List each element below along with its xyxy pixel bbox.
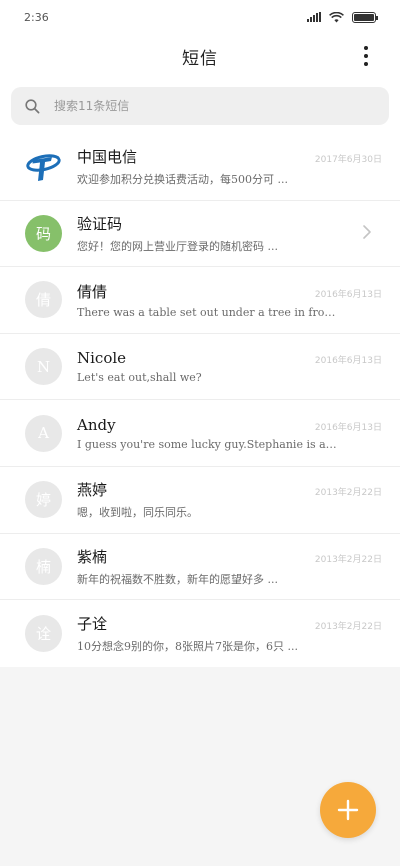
avatar: 楠 bbox=[25, 547, 62, 585]
contact-name: 燕婷 bbox=[77, 481, 108, 500]
search-bar[interactable] bbox=[11, 87, 389, 125]
message-preview: 10分想念9别的你，8张照片7张是你，6只 ... bbox=[77, 639, 298, 653]
conversation-header: 紫楠 2013年2月22日 bbox=[77, 546, 382, 567]
battery-icon bbox=[352, 11, 378, 23]
contact-name: Andy bbox=[77, 415, 116, 434]
conversation-row[interactable]: A Andy 2016年6月13日 I guess you're some lucky… bbox=[0, 400, 400, 467]
conversation-content: 倩倩 2016年6月13日 There was a table set out un… bbox=[77, 281, 382, 319]
contact-name: 倩倩 bbox=[77, 282, 108, 301]
conversation-content: 验证码您好！您的网上营业厅登录的随机密码 ... bbox=[77, 213, 382, 254]
conversation-content: Nicole 2016年6月13日 Let's eat out,shall we? bbox=[77, 349, 382, 384]
status-icons bbox=[307, 11, 378, 23]
message-preview: 嗯，收到啦，同乐同乐。 bbox=[77, 506, 198, 520]
wifi-icon bbox=[329, 11, 344, 22]
app-header: 短信 bbox=[0, 34, 400, 78]
conversation-header: Nicole 2016年6月13日 bbox=[77, 349, 382, 367]
conversation-row[interactable]: 码验证码您好！您的网上营业厅登录的随机密码 ... bbox=[0, 201, 400, 268]
conversation-row[interactable]: 倩倩倩 2016年6月13日 There was a table set out u… bbox=[0, 267, 400, 334]
search-input[interactable] bbox=[54, 99, 389, 113]
conversation-row[interactable]: N Nicole 2016年6月13日 Let's eat out,shall we? bbox=[0, 334, 400, 401]
status-bar: 2:36 bbox=[0, 0, 400, 34]
message-date: 2013年2月22日 bbox=[314, 554, 382, 565]
conversation-header: 中国电信 2017年6月30日 bbox=[77, 146, 382, 167]
conversation-list: 中国电信 2017年6月30日欢迎参加积分兑换话费活动，每500分可 ... 码验证… bbox=[0, 134, 400, 667]
conversation-row[interactable]: 楠紫楠 2013年2月22日新年的祝福数不胜数，新年的愿望好多 ... bbox=[0, 534, 400, 601]
avatar: 码 bbox=[25, 214, 62, 252]
message-preview: Let's eat out,shall we? bbox=[77, 371, 202, 385]
search-container bbox=[0, 78, 400, 134]
conversation-content: 中国电信 2017年6月30日欢迎参加积分兑换话费活动，每500分可 ... bbox=[77, 146, 382, 187]
message-preview: 新年的祝福数不胜数，新年的愿望好多 ... bbox=[77, 572, 278, 586]
page-title: 短信 bbox=[182, 48, 218, 69]
contact-name: 子诠 bbox=[77, 614, 108, 633]
conversation-content: 紫楠 2013年2月22日新年的祝福数不胜数，新年的愿望好多 ... bbox=[77, 546, 382, 587]
new-message-button[interactable] bbox=[320, 782, 376, 838]
conversation-row[interactable]: 婷燕婷 2013年2月22日嗯，收到啦，同乐同乐。 bbox=[0, 467, 400, 534]
conversation-header: 燕婷 2013年2月22日 bbox=[77, 479, 382, 500]
more-vertical-icon bbox=[364, 46, 368, 50]
avatar: 倩 bbox=[25, 281, 62, 319]
message-date: 2016年6月13日 bbox=[314, 289, 382, 300]
conversation-content: Andy 2016年6月13日 I guess you're some lucky … bbox=[77, 416, 382, 451]
contact-name: 中国电信 bbox=[77, 148, 138, 167]
message-preview: There was a table set out under a tree i… bbox=[77, 305, 339, 319]
avatar: 诠 bbox=[25, 614, 62, 652]
message-date: 2013年2月22日 bbox=[314, 488, 382, 499]
conversation-header: 倩倩 2016年6月13日 bbox=[77, 281, 382, 302]
avatar: N bbox=[25, 348, 62, 386]
message-date: 2016年6月13日 bbox=[314, 422, 382, 433]
conversation-header: 子诠 2013年2月22日 bbox=[77, 613, 382, 634]
search-icon bbox=[25, 98, 40, 113]
more-options-button[interactable] bbox=[356, 42, 376, 70]
chevron-right-icon bbox=[362, 224, 372, 244]
plus-icon bbox=[337, 799, 359, 821]
conversation-row[interactable]: 中国电信 2017年6月30日欢迎参加积分兑换话费活动，每500分可 ... bbox=[0, 134, 400, 201]
conversation-row[interactable]: 诠子诠 2013年2月22日 10分想念9别的你，8张照片7张是你，6只 ... bbox=[0, 600, 400, 667]
contact-name: 验证码 bbox=[77, 214, 123, 233]
message-preview: I guess you're some lucky guy.Stephanie … bbox=[77, 437, 339, 451]
message-preview: 欢迎参加积分兑换话费活动，每500分可 ... bbox=[77, 173, 288, 187]
message-date: 2017年6月30日 bbox=[314, 155, 382, 166]
contact-name: 紫楠 bbox=[77, 547, 108, 566]
china-telecom-logo bbox=[25, 148, 62, 186]
contact-name: Nicole bbox=[77, 349, 127, 368]
message-preview: 您好！您的网上营业厅登录的随机密码 ... bbox=[77, 239, 278, 253]
message-date: 2013年2月22日 bbox=[314, 621, 382, 632]
conversation-content: 子诠 2013年2月22日 10分想念9别的你，8张照片7张是你，6只 ... bbox=[77, 613, 382, 654]
status-time: 2:36 bbox=[24, 10, 49, 24]
avatar: 婷 bbox=[25, 481, 62, 519]
conversation-content: 燕婷 2013年2月22日嗯，收到啦，同乐同乐。 bbox=[77, 479, 382, 520]
message-date: 2016年6月13日 bbox=[314, 356, 382, 367]
signal-icon bbox=[307, 12, 321, 22]
conversation-header: Andy 2016年6月13日 bbox=[77, 416, 382, 434]
avatar: A bbox=[25, 414, 62, 452]
conversation-header: 验证码 bbox=[77, 213, 382, 234]
